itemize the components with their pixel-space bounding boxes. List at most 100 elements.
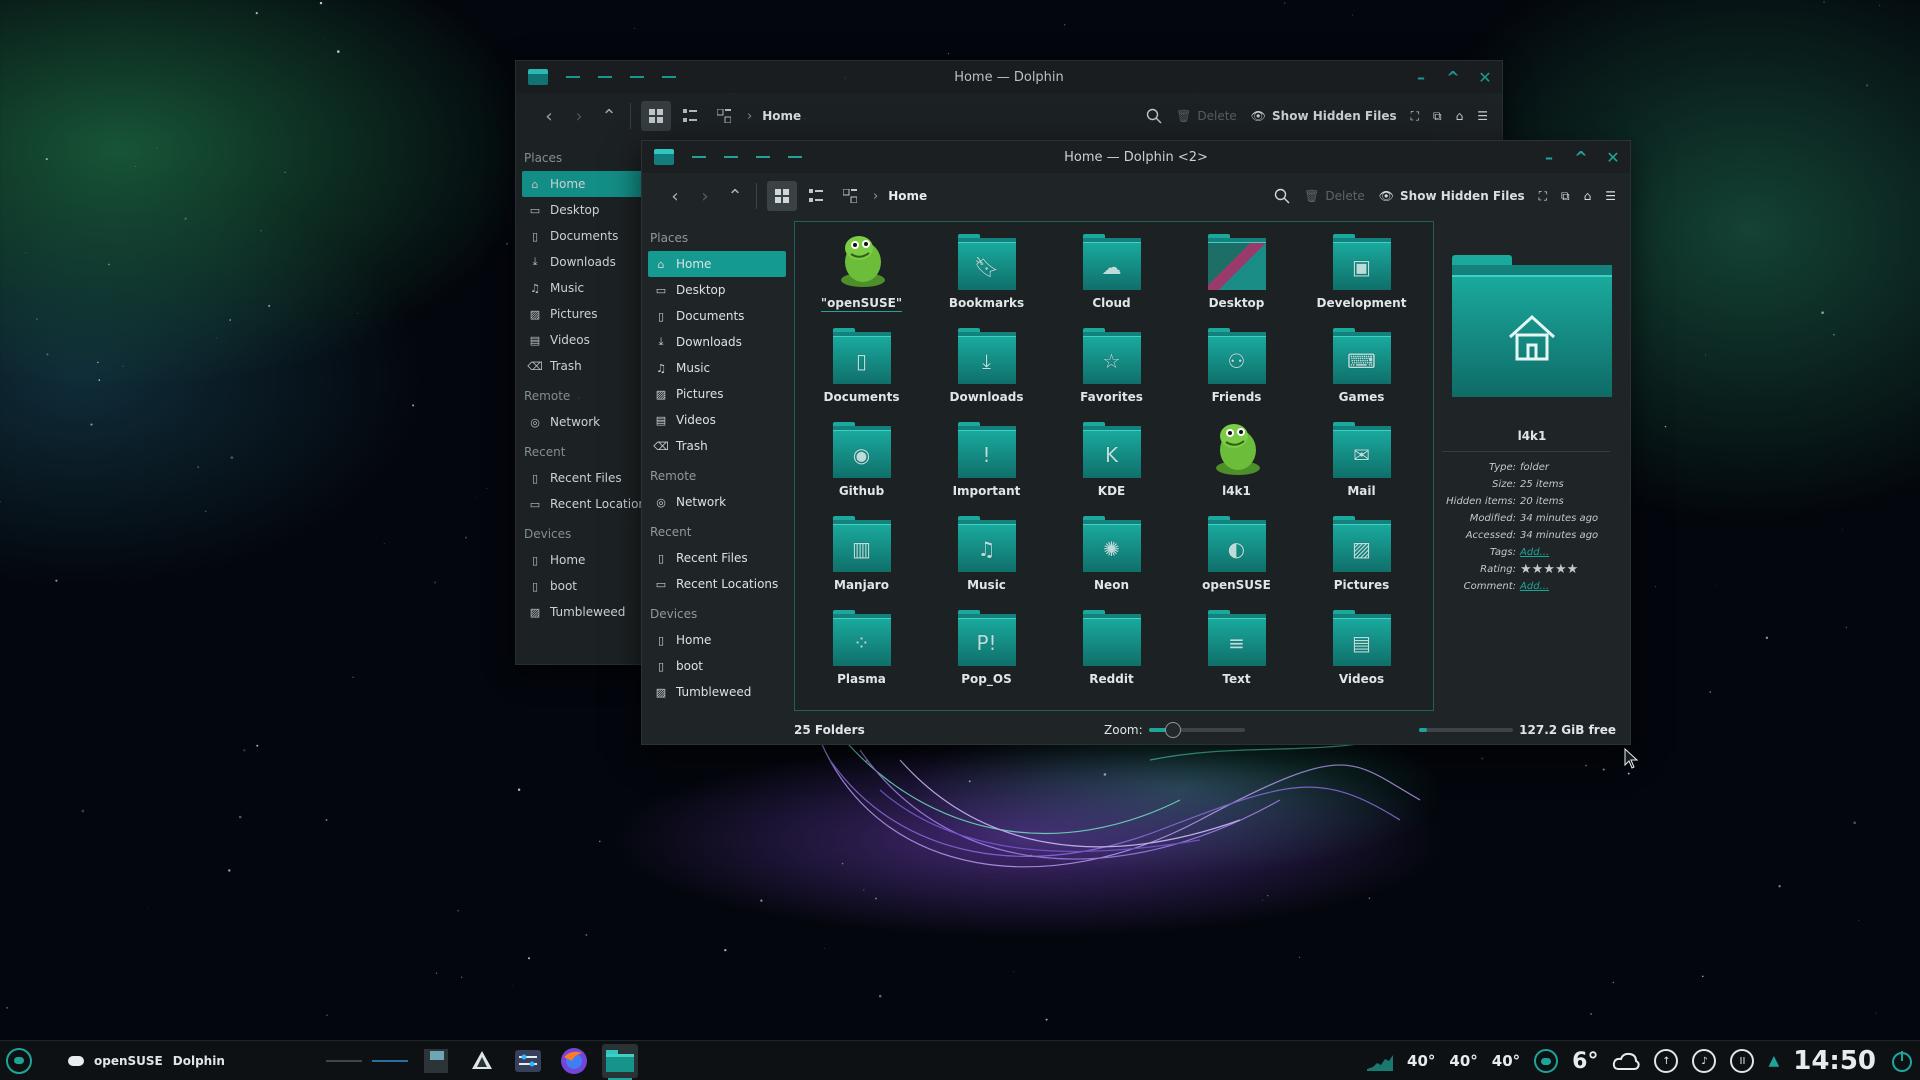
sidebar-item-trash[interactable]: ⌫ Trash <box>648 433 786 459</box>
sidebar-item-device-boot[interactable]: ▯ boot <box>522 573 660 599</box>
folder-item[interactable]: "openSUSE" <box>799 230 924 324</box>
folder-item[interactable]: ! Important <box>924 418 1049 512</box>
vector-app-icon[interactable] <box>464 1044 500 1078</box>
sidebar-item-documents[interactable]: ▯ Documents <box>522 223 660 249</box>
sidebar-item-downloads[interactable]: ⤓ Downloads <box>522 249 660 275</box>
temperature-readout[interactable]: 40° <box>1492 1052 1520 1070</box>
sidebar-item-home[interactable]: ⌂ Home <box>648 251 786 277</box>
maximize-icon[interactable]: ^ <box>1444 68 1462 87</box>
folder-item[interactable]: ⌨ Games <box>1299 324 1424 418</box>
desktop-preview-icon[interactable] <box>418 1044 454 1078</box>
compact-view-icon[interactable] <box>801 181 831 211</box>
search-icon[interactable] <box>1274 188 1290 204</box>
sidebar-item-network[interactable]: ◎ Network <box>648 489 786 515</box>
up-arrow-icon[interactable]: ⌃ <box>720 181 750 211</box>
folder-item[interactable]: 🔖︎ Bookmarks <box>924 230 1049 324</box>
folder-item[interactable]: ⁘ Plasma <box>799 606 924 700</box>
add-link[interactable]: Add... <box>1520 547 1549 558</box>
sidebar-item-recent-locations[interactable]: ▭ Recent Locations <box>648 571 786 597</box>
power-icon[interactable] <box>1890 1049 1914 1073</box>
folder-item[interactable]: ⤓ Downloads <box>924 324 1049 418</box>
rating-stars[interactable]: ★★★★★ <box>1520 562 1578 577</box>
maximize-icon[interactable]: ^ <box>1572 148 1590 167</box>
folder-item[interactable]: Desktop <box>1174 230 1299 324</box>
sidebar-item-music[interactable]: ♫ Music <box>522 275 660 301</box>
cpu-graph-icon[interactable] <box>1367 1051 1394 1071</box>
titlebar-button[interactable] <box>630 76 644 78</box>
titlebar-button[interactable] <box>692 156 706 158</box>
minimize-icon[interactable]: – <box>1412 68 1430 87</box>
folder-item[interactable]: ♫ Music <box>924 512 1049 606</box>
close-icon[interactable]: ✕ <box>1476 68 1494 87</box>
pager-desktop-2[interactable] <box>372 1044 408 1078</box>
dolphin-window-front[interactable]: Home — Dolphin <2> – ^ ✕ ‹ › ⌃ › Home 🗑 D… <box>641 140 1631 745</box>
preview-icon[interactable]: ⧉ <box>1561 189 1570 204</box>
titlebar-button[interactable] <box>724 156 738 158</box>
folder-item[interactable]: ◐ openSUSE <box>1174 512 1299 606</box>
title-bar[interactable]: Home — Dolphin <2> – ^ ✕ <box>642 141 1630 173</box>
folder-item[interactable]: P! Pop_OS <box>924 606 1049 700</box>
sidebar-item-desktop[interactable]: ▭ Desktop <box>522 197 660 223</box>
folder-item[interactable]: Reddit <box>1049 606 1174 700</box>
folder-item[interactable]: ✺ Neon <box>1049 512 1174 606</box>
opensuse-updates-icon[interactable] <box>1534 1049 1559 1073</box>
zoom-slider-handle[interactable] <box>1164 722 1181 738</box>
firefox-icon[interactable] <box>556 1044 592 1078</box>
folder-item[interactable]: ⚇ Friends <box>1174 324 1299 418</box>
home-icon[interactable]: ⌂ <box>1584 189 1592 203</box>
dolphin-taskbar-icon[interactable] <box>602 1044 638 1080</box>
sidebar-item-device-home[interactable]: ▯ Home <box>522 547 660 573</box>
temperature-readout[interactable]: 40° <box>1407 1052 1435 1070</box>
folder-item[interactable]: ▯ Documents <box>799 324 924 418</box>
split-view-icon[interactable]: ⛶ <box>1539 189 1547 204</box>
back-arrow-icon[interactable]: ‹ <box>660 181 690 211</box>
show-hidden-files-button[interactable]: 👁 Show Hidden Files <box>1251 109 1397 123</box>
titlebar-button[interactable] <box>788 156 802 158</box>
search-icon[interactable] <box>1146 108 1162 124</box>
zoom-slider[interactable] <box>1148 722 1245 738</box>
home-icon[interactable]: ⌂ <box>1456 109 1464 123</box>
sidebar-item-recent-files[interactable]: ▯ Recent Files <box>648 545 786 571</box>
file-view[interactable]: "openSUSE" 🔖︎ Bookmarks ☁ Cloud Desktop ▣ Devel… <box>794 221 1434 711</box>
breadcrumb[interactable]: Home <box>888 189 927 203</box>
expand-tray-arrow-icon[interactable]: ▲ <box>1768 1053 1779 1069</box>
sidebar-item-home[interactable]: ⌂ Home <box>522 171 660 197</box>
sidebar-item-device-home[interactable]: ▯ Home <box>648 627 786 653</box>
free-space-indicator[interactable]: 127.2 GiB free <box>1419 723 1616 737</box>
delete-button[interactable]: 🗑 Delete <box>1176 109 1237 123</box>
hamburger-menu-icon[interactable]: ☰ <box>1605 189 1616 203</box>
sidebar-item-pictures[interactable]: ▨ Pictures <box>648 381 786 407</box>
details-view-icon[interactable] <box>709 101 739 131</box>
upload-arrow-icon[interactable]: ↑ <box>1654 1049 1679 1073</box>
clock[interactable]: 14:50 <box>1793 1046 1876 1076</box>
folder-item[interactable]: K KDE <box>1049 418 1174 512</box>
compact-view-icon[interactable] <box>675 101 705 131</box>
sidebar-item-trash[interactable]: ⌫ Trash <box>522 353 660 379</box>
sidebar-item-device-tumbleweed[interactable]: ▨ Tumbleweed <box>522 599 660 625</box>
sidebar-item-desktop[interactable]: ▭ Desktop <box>648 277 786 303</box>
folder-item[interactable]: ☁ Cloud <box>1049 230 1174 324</box>
titlebar-button[interactable] <box>756 156 770 158</box>
close-icon[interactable]: ✕ <box>1604 148 1622 167</box>
folder-item[interactable]: ≡ Text <box>1174 606 1299 700</box>
folder-item[interactable]: ▨ Pictures <box>1299 512 1424 606</box>
settings-app-icon[interactable] <box>510 1044 546 1078</box>
folder-item[interactable]: l4k1 <box>1174 418 1299 512</box>
folder-item[interactable]: ▣ Development <box>1299 230 1424 324</box>
sidebar-item-device-boot[interactable]: ▯ boot <box>648 653 786 679</box>
folder-item[interactable]: ▥ Manjaro <box>799 512 924 606</box>
sidebar-item-documents[interactable]: ▯ Documents <box>648 303 786 329</box>
hamburger-menu-icon[interactable]: ☰ <box>1477 109 1488 123</box>
show-hidden-files-button[interactable]: 👁 Show Hidden Files <box>1379 189 1525 203</box>
folder-item[interactable]: ✉ Mail <box>1299 418 1424 512</box>
forward-arrow-icon[interactable]: › <box>564 101 594 131</box>
split-view-icon[interactable]: ⛶ <box>1411 109 1419 124</box>
active-app-indicator[interactable]: openSUSE Dolphin <box>68 1054 225 1068</box>
up-arrow-icon[interactable]: ⌃ <box>594 101 624 131</box>
sidebar-item-music[interactable]: ♫ Music <box>648 355 786 381</box>
folder-item[interactable]: ☆ Favorites <box>1049 324 1174 418</box>
delete-button[interactable]: 🗑 Delete <box>1304 189 1365 203</box>
folder-item[interactable]: ▤ Videos <box>1299 606 1424 700</box>
forward-arrow-icon[interactable]: › <box>690 181 720 211</box>
pager-desktop-1[interactable] <box>326 1044 362 1078</box>
